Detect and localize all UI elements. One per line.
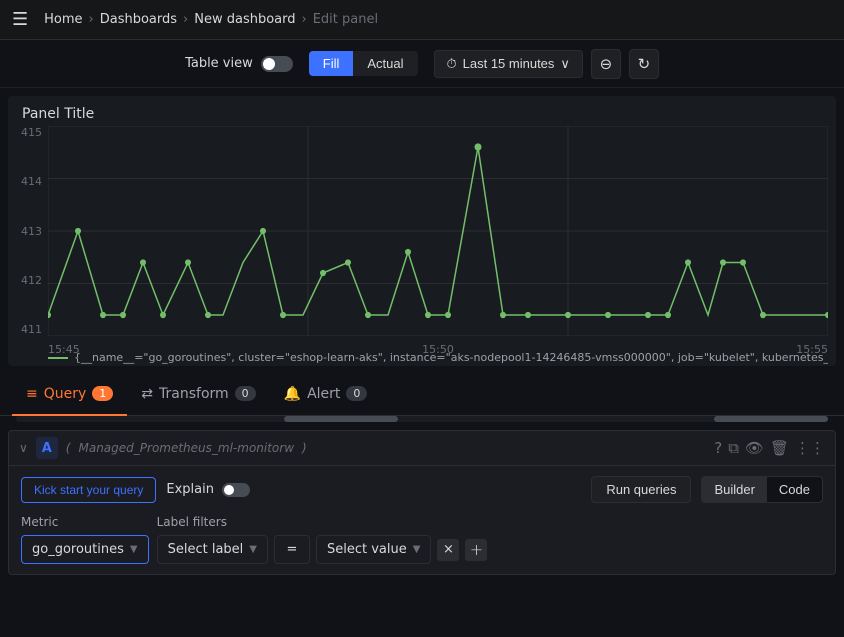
query-letter: A <box>36 437 58 459</box>
metric-select[interactable]: go_goroutines ▼ <box>21 535 149 564</box>
eye-icon[interactable]: 👁 <box>745 439 764 457</box>
panel-title: Panel Title <box>22 106 94 122</box>
breadcrumb-edit-panel: Edit panel <box>313 12 378 27</box>
query-tab-badge: 1 <box>92 386 113 401</box>
filter-op-select[interactable]: = <box>274 535 310 564</box>
filter-value-placeholder: Select value <box>327 542 407 557</box>
scroll-thumb[interactable] <box>284 416 398 422</box>
query-tabs: ≡ Query 1 ⇄ Transform 0 🔔 Alert 0 <box>0 374 844 416</box>
y-label-0: 415 <box>21 126 42 139</box>
label-filters-row: Select label ▼ = Select value ▼ × + <box>157 535 488 564</box>
filter-value-select[interactable]: Select value ▼ <box>316 535 431 564</box>
time-label: Last 15 minutes <box>463 56 555 71</box>
transform-tab-icon: ⇄ <box>141 386 153 402</box>
breadcrumb-home[interactable]: Home <box>44 12 82 27</box>
breadcrumb-new-dashboard[interactable]: New dashboard <box>194 12 295 27</box>
filter-label-placeholder: Select label <box>168 542 244 557</box>
transform-tab-badge: 0 <box>235 386 256 401</box>
alert-tab-label: Alert <box>307 386 340 402</box>
builder-button[interactable]: Builder <box>702 477 766 502</box>
filter-op: = <box>287 542 298 557</box>
time-icon: ⏱ <box>447 56 457 72</box>
query-tab-icon: ≡ <box>26 386 38 402</box>
chart-svg <box>48 126 828 336</box>
y-label-1: 414 <box>21 175 42 188</box>
query-item-body: Kick start your query Explain Run querie… <box>9 466 835 574</box>
transform-tab-label: Transform <box>159 386 229 402</box>
table-view-switch[interactable] <box>261 56 293 72</box>
time-range-button[interactable]: ⏱ Last 15 minutes ∨ <box>434 50 583 78</box>
label-filters-label: Label filters <box>157 515 488 529</box>
alert-tab-icon: 🔔 <box>284 386 301 402</box>
copy-icon[interactable]: ⧉ <box>728 439 739 457</box>
explain-label: Explain <box>166 482 214 497</box>
y-label-3: 412 <box>21 274 42 287</box>
breadcrumb-sep-2: › <box>183 12 188 27</box>
code-button[interactable]: Code <box>767 477 822 502</box>
y-axis: 415 414 413 412 411 <box>8 126 48 336</box>
metric-select-arrow: ▼ <box>130 544 138 555</box>
help-icon[interactable]: ? <box>714 439 722 457</box>
toolbar: Table view Fill Actual ⏱ Last 15 minutes… <box>0 40 844 88</box>
legend-text: {__name__="go_goroutines", cluster="esho… <box>74 351 828 364</box>
alert-tab-badge: 0 <box>346 386 367 401</box>
topbar: ☰ Home › Dashboards › New dashboard › Ed… <box>0 0 844 40</box>
metric-filter-group: Metric go_goroutines ▼ Label filters Sel… <box>21 515 823 564</box>
tab-query[interactable]: ≡ Query 1 <box>12 374 127 416</box>
tab-alert[interactable]: 🔔 Alert 0 <box>270 374 382 416</box>
chart-legend: {__name__="go_goroutines", cluster="esho… <box>48 351 828 364</box>
filter-value-arrow: ▼ <box>413 544 421 555</box>
query-ds-close: ) <box>302 441 307 455</box>
builder-code-group: Builder Code <box>701 476 823 503</box>
query-ds-text: Managed_Prometheus_ml-monitorw <box>78 441 294 455</box>
trash-icon[interactable]: 🗑 <box>770 439 789 457</box>
y-label-2: 413 <box>21 225 42 238</box>
add-filter-button[interactable]: + <box>465 539 487 561</box>
kickstart-button[interactable]: Kick start your query <box>21 477 156 503</box>
refresh-button[interactable]: ↻ <box>629 49 659 79</box>
table-view-label: Table view <box>185 56 253 71</box>
clear-filter-button[interactable]: × <box>437 539 459 561</box>
query-body-top: Kick start your query Explain Run querie… <box>21 476 823 503</box>
explain-group: Explain <box>166 482 250 497</box>
y-label-4: 411 <box>21 323 42 336</box>
breadcrumb: Home › Dashboards › New dashboard › Edit… <box>44 12 378 27</box>
metric-label: Metric <box>21 515 149 529</box>
run-queries-button[interactable]: Run queries <box>591 476 691 503</box>
chart-panel: Panel Title 415 414 413 412 411 <box>8 96 836 366</box>
zoom-out-button[interactable]: ⊖ <box>591 49 621 79</box>
table-view-toggle: Table view <box>185 56 293 72</box>
query-collapse-icon[interactable]: ∨ <box>19 441 28 455</box>
tab-transform[interactable]: ⇄ Transform 0 <box>127 374 269 416</box>
breadcrumb-sep-1: › <box>89 12 94 27</box>
time-chevron-icon: ∨ <box>560 56 570 72</box>
query-item-actions: ? ⧉ 👁 🗑 ⋮⋮ <box>714 439 825 457</box>
label-col: Label filters Select label ▼ = Select va… <box>157 515 488 564</box>
query-item-a: ∨ A ( Managed_Prometheus_ml-monitorw ) ?… <box>8 430 836 575</box>
query-panel: ∨ A ( Managed_Prometheus_ml-monitorw ) ?… <box>0 416 844 583</box>
query-datasource-name: ( <box>66 441 71 455</box>
breadcrumb-sep-3: › <box>302 12 307 27</box>
fill-button[interactable]: Fill <box>309 51 354 76</box>
filter-label-select[interactable]: Select label ▼ <box>157 535 268 564</box>
metric-value: go_goroutines <box>32 542 124 557</box>
filter-label-arrow: ▼ <box>249 544 257 555</box>
query-tab-label: Query <box>44 386 87 402</box>
breadcrumb-dashboards[interactable]: Dashboards <box>100 12 177 27</box>
explain-toggle[interactable] <box>222 483 250 497</box>
metric-col: Metric go_goroutines ▼ <box>21 515 149 564</box>
query-item-header: ∨ A ( Managed_Prometheus_ml-monitorw ) ?… <box>9 431 835 466</box>
fill-actual-group: Fill Actual <box>309 51 418 76</box>
actual-button[interactable]: Actual <box>353 51 417 76</box>
chart-area <box>48 126 828 336</box>
scroll-area <box>16 416 828 422</box>
more-icon[interactable]: ⋮⋮ <box>795 439 825 457</box>
scroll-thumb-right[interactable] <box>714 416 828 422</box>
legend-line <box>48 357 68 359</box>
menu-icon[interactable]: ☰ <box>12 9 28 30</box>
